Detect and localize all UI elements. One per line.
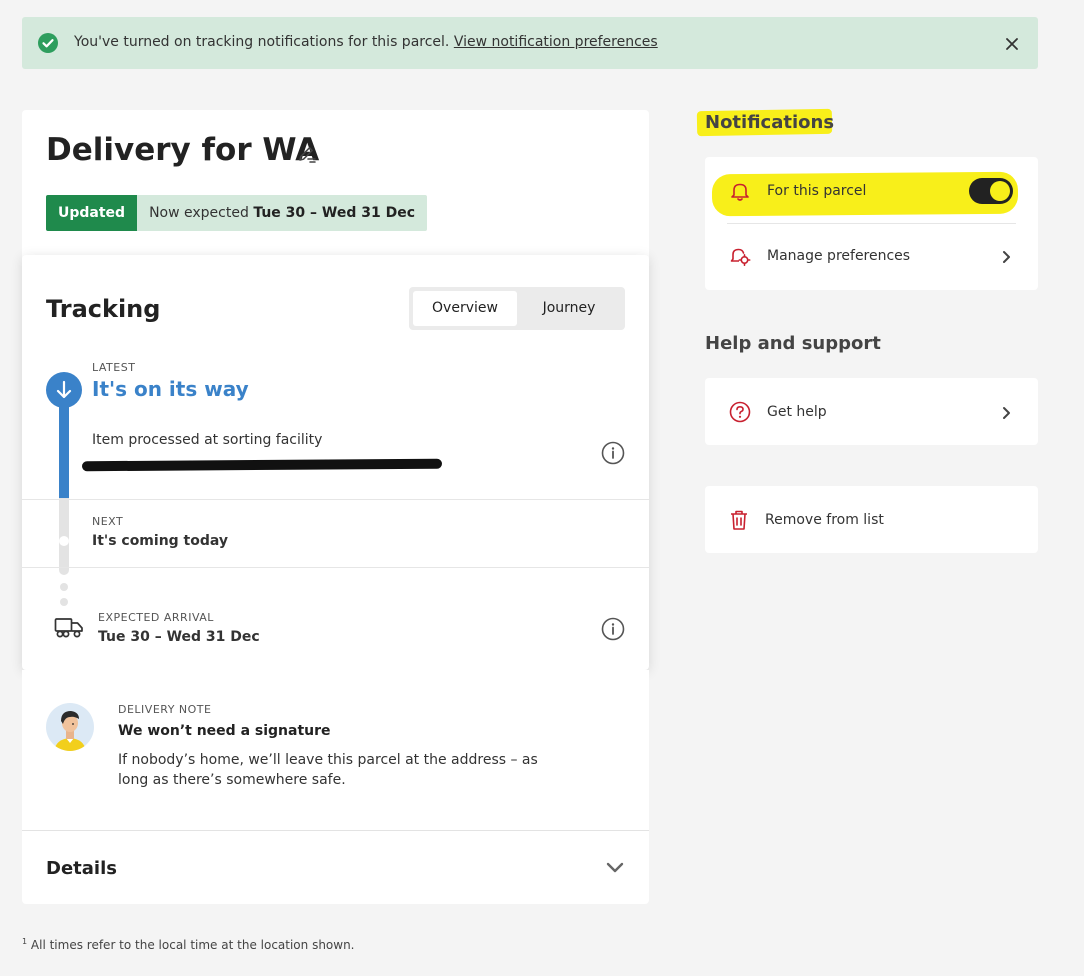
expected-dates: Tue 30 – Wed 31 Dec [253,205,415,221]
divider [22,567,649,568]
question-circle-icon [729,401,751,423]
get-help-label: Get help [767,404,827,420]
view-notification-preferences-link[interactable]: View notification preferences [454,34,658,50]
close-icon[interactable] [1004,36,1020,52]
status-badge: Updated [46,195,138,231]
progress-rail-complete [59,405,69,498]
tab-journey[interactable]: Journey [517,291,621,326]
redaction-mark [81,458,443,472]
footnote: 1 All times refer to the local time at t… [22,937,355,952]
details-label: Details [46,858,117,879]
arrival-dates: Tue 30 – Wed 31 Dec [98,629,260,645]
trash-icon [728,509,750,531]
tracking-view-toggle: Overview Journey [409,287,625,330]
manage-preferences-link[interactable]: Manage preferences [767,248,910,264]
remove-from-list-row[interactable]: Remove from list [705,486,1038,553]
latest-event: Item processed at sorting facility [92,432,323,448]
truck-icon [54,617,84,639]
footnote-text: All times refer to the local time at the… [27,938,355,952]
divider [727,223,1016,224]
next-step-dot [59,536,69,546]
latest-status: It's on its way [92,377,249,401]
tracking-title: Tracking [46,295,161,323]
delivery-note-body: If nobody’s home, we’ll leave this parce… [118,752,538,788]
next-status: It's coming today [92,533,229,549]
info-icon[interactable] [601,441,625,465]
for-this-parcel-label: For this parcel [767,183,867,199]
bell-settings-icon [729,245,751,267]
parcel-notifications-toggle[interactable] [969,178,1013,204]
divider [22,499,649,500]
latest-label: LATEST [92,361,136,374]
delivery-note-card: DELIVERY NOTE We won’t need a signature … [22,670,649,830]
tracking-card: Tracking Overview Journey LATEST It's on… [22,255,649,670]
next-label: NEXT [92,515,124,528]
get-help-row[interactable]: Get help [705,378,1038,445]
courier-avatar [46,703,94,751]
rail-dot [60,583,68,591]
notifications-heading: Notifications [705,112,835,133]
help-support-heading: Help and support [705,333,881,354]
status-bar: Updated Now expected Tue 30 – Wed 31 Dec [46,195,427,231]
delivery-note-label: DELIVERY NOTE [118,703,212,716]
arrow-down-icon [46,372,82,408]
tab-overview[interactable]: Overview [413,291,517,326]
arrival-label: EXPECTED ARRIVAL [98,611,214,624]
chevron-right-icon [1001,405,1013,419]
banner-message: You've turned on tracking notifications … [74,34,658,50]
rail-dot [60,598,68,606]
check-circle-icon [38,33,58,53]
chevron-right-icon[interactable] [1001,249,1013,263]
banner-text: You've turned on tracking notifications … [74,34,450,50]
chevron-down-icon [605,859,625,875]
toggle-knob [990,181,1010,201]
edit-pencil-icon[interactable] [296,143,318,165]
bell-icon [729,180,751,202]
expected-delivery: Now expected Tue 30 – Wed 31 Dec [137,195,427,231]
page-title: Delivery for WA [46,132,320,168]
delivery-note-heading: We won’t need a signature [118,723,331,739]
expected-prefix: Now expected [149,205,254,221]
remove-from-list-label: Remove from list [765,512,884,528]
details-accordion[interactable]: Details [22,830,649,904]
notification-banner: You've turned on tracking notifications … [22,17,1038,69]
info-icon[interactable] [601,617,625,641]
notifications-card: For this parcel Manage preferences [705,157,1038,290]
